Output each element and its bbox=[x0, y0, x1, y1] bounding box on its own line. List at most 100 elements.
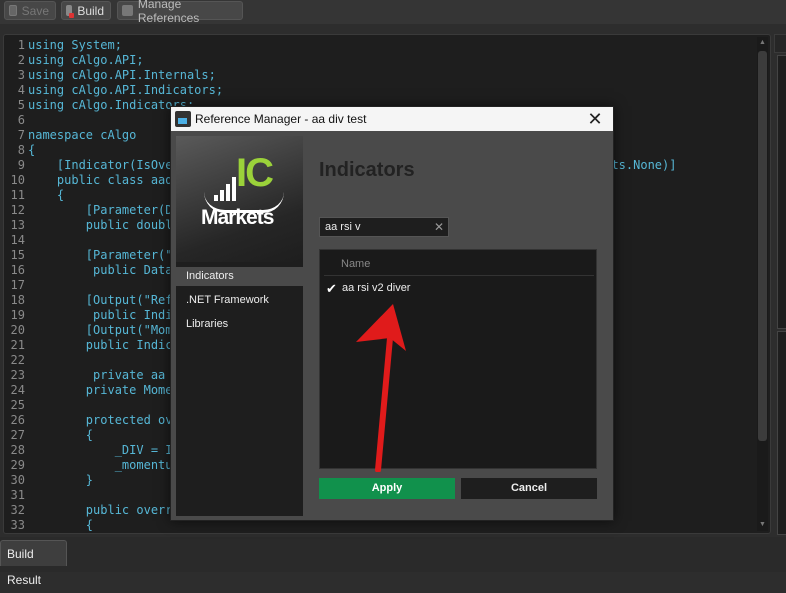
code-text: } bbox=[28, 473, 94, 487]
bottom-panel bbox=[0, 537, 786, 572]
code-line: 1 using System; bbox=[4, 38, 223, 53]
code-text: _DIV = In bbox=[28, 443, 180, 457]
line-number: 33 bbox=[10, 518, 25, 532]
line-number: 30 bbox=[10, 473, 25, 487]
code-text: [Output("Refe bbox=[28, 293, 180, 307]
save-label: Save bbox=[21, 3, 49, 18]
red-arrow-annotation bbox=[356, 304, 406, 472]
line-number: 29 bbox=[10, 458, 25, 472]
reference-sidebar: IC Markets Indicators .NET Framework Lib… bbox=[176, 136, 307, 516]
code-text: { bbox=[28, 428, 94, 442]
code-text: [Indicator(IsOver bbox=[28, 158, 180, 172]
line-number: 32 bbox=[10, 503, 25, 517]
list-item[interactable]: ✔ aa rsi v2 diver bbox=[324, 281, 594, 297]
line-number: 20 bbox=[10, 323, 25, 337]
line-number: 9 bbox=[17, 158, 25, 172]
code-text: using cAlgo.API.Indicators; bbox=[28, 83, 224, 97]
side-panel-bottom bbox=[777, 331, 786, 535]
scroll-up-icon[interactable]: ▲ bbox=[757, 38, 768, 48]
scroll-down-icon[interactable]: ▼ bbox=[757, 520, 768, 530]
checkbox-checked-icon[interactable]: ✔ bbox=[326, 282, 337, 296]
line-number: 10 bbox=[10, 173, 25, 187]
line-number: 23 bbox=[10, 368, 25, 382]
scrollbar-thumb[interactable] bbox=[758, 51, 767, 441]
dialog-titlebar: Reference Manager - aa div test ✕ bbox=[171, 107, 613, 131]
line-number: 15 bbox=[10, 248, 25, 262]
line-number: 21 bbox=[10, 338, 25, 352]
line-number: 7 bbox=[17, 128, 25, 142]
clear-search-icon[interactable]: ✕ bbox=[434, 220, 444, 234]
code-text: public double bbox=[28, 218, 180, 232]
references-icon bbox=[122, 5, 133, 16]
code-text: using cAlgo.API.Internals; bbox=[28, 68, 216, 82]
code-text: [Parameter(De bbox=[28, 203, 180, 217]
code-text: public overri bbox=[28, 503, 180, 517]
section-heading: Indicators bbox=[319, 159, 415, 181]
ic-markets-logo: IC Markets bbox=[176, 136, 303, 262]
line-number: 5 bbox=[17, 98, 25, 112]
column-header-name: Name bbox=[341, 258, 371, 270]
close-icon[interactable]: ✕ bbox=[585, 109, 605, 129]
line-number: 18 bbox=[10, 293, 25, 307]
code-text: public Indic bbox=[28, 308, 180, 322]
line-number: 14 bbox=[10, 233, 25, 247]
list-item-label: aa rsi v2 diver bbox=[342, 282, 411, 294]
line-number: 27 bbox=[10, 428, 25, 442]
code-text: protected ove bbox=[28, 413, 180, 427]
side-panel-header bbox=[774, 34, 786, 53]
line-number: 31 bbox=[10, 488, 25, 502]
nav-item-net-framework[interactable]: .NET Framework bbox=[176, 291, 303, 310]
manage-references-button[interactable]: Manage References bbox=[117, 0, 243, 25]
side-panel-top bbox=[777, 55, 786, 329]
line-number: 11 bbox=[10, 188, 25, 202]
search-value: aa rsi v bbox=[325, 221, 361, 233]
cancel-button[interactable]: Cancel bbox=[461, 478, 597, 499]
line-number: 26 bbox=[10, 413, 25, 427]
nav-item-libraries[interactable]: Libraries bbox=[176, 315, 303, 334]
line-number: 22 bbox=[10, 353, 25, 367]
save-button[interactable]: Save bbox=[4, 1, 56, 20]
search-input[interactable]: aa rsi v ✕ bbox=[319, 217, 449, 237]
line-number: 6 bbox=[17, 113, 25, 127]
line-number: 13 bbox=[10, 218, 25, 232]
app-icon bbox=[175, 111, 191, 127]
code-text: [Output("Mome bbox=[28, 323, 180, 337]
code-text: public DataS bbox=[28, 263, 180, 277]
code-line: 3 using cAlgo.API.Internals; bbox=[4, 68, 223, 83]
line-number: 19 bbox=[10, 308, 25, 322]
code-text: using System; bbox=[28, 38, 122, 52]
code-text: [Parameter(" bbox=[28, 248, 173, 262]
code-text: public Indica bbox=[28, 338, 180, 352]
manage-references-label: Manage References bbox=[137, 0, 200, 25]
dialog-title: Reference Manager - aa div test bbox=[195, 112, 367, 126]
build-label: Build bbox=[77, 3, 104, 18]
code-text: _momentum bbox=[28, 458, 180, 472]
code-text: { bbox=[28, 188, 65, 202]
line-number: 24 bbox=[10, 383, 25, 397]
code-text: private aa r bbox=[28, 368, 180, 382]
code-text: public class aadi bbox=[28, 173, 180, 187]
save-icon bbox=[9, 5, 17, 16]
line-number: 12 bbox=[10, 203, 25, 217]
build-icon bbox=[66, 5, 75, 18]
line-number: 1 bbox=[17, 38, 25, 52]
line-number: 8 bbox=[17, 143, 25, 157]
line-number: 3 bbox=[17, 68, 25, 82]
code-text: { bbox=[28, 143, 36, 157]
nav-item-indicators[interactable]: Indicators bbox=[176, 267, 307, 286]
code-text: private Momen bbox=[28, 383, 180, 397]
code-line: 4 using cAlgo.API.Indicators; bbox=[4, 83, 223, 98]
line-number: 25 bbox=[10, 398, 25, 412]
line-number: 28 bbox=[10, 443, 25, 457]
line-number: 16 bbox=[10, 263, 25, 277]
code-text: namespace cAlgo bbox=[28, 128, 137, 142]
reference-manager-dialog: Reference Manager - aa div test ✕ IC Mar… bbox=[170, 106, 614, 521]
editor-scrollbar[interactable]: ▲ ▼ bbox=[757, 37, 768, 531]
build-button[interactable]: Build bbox=[61, 1, 111, 20]
code-line: 2 using cAlgo.API; bbox=[4, 53, 223, 68]
code-text: { bbox=[28, 518, 94, 532]
apply-button[interactable]: Apply bbox=[319, 478, 455, 499]
tab-build-result[interactable]: Build Result bbox=[0, 540, 67, 587]
toolbar: Save Build Manage References bbox=[0, 0, 786, 25]
line-number: 4 bbox=[17, 83, 25, 97]
